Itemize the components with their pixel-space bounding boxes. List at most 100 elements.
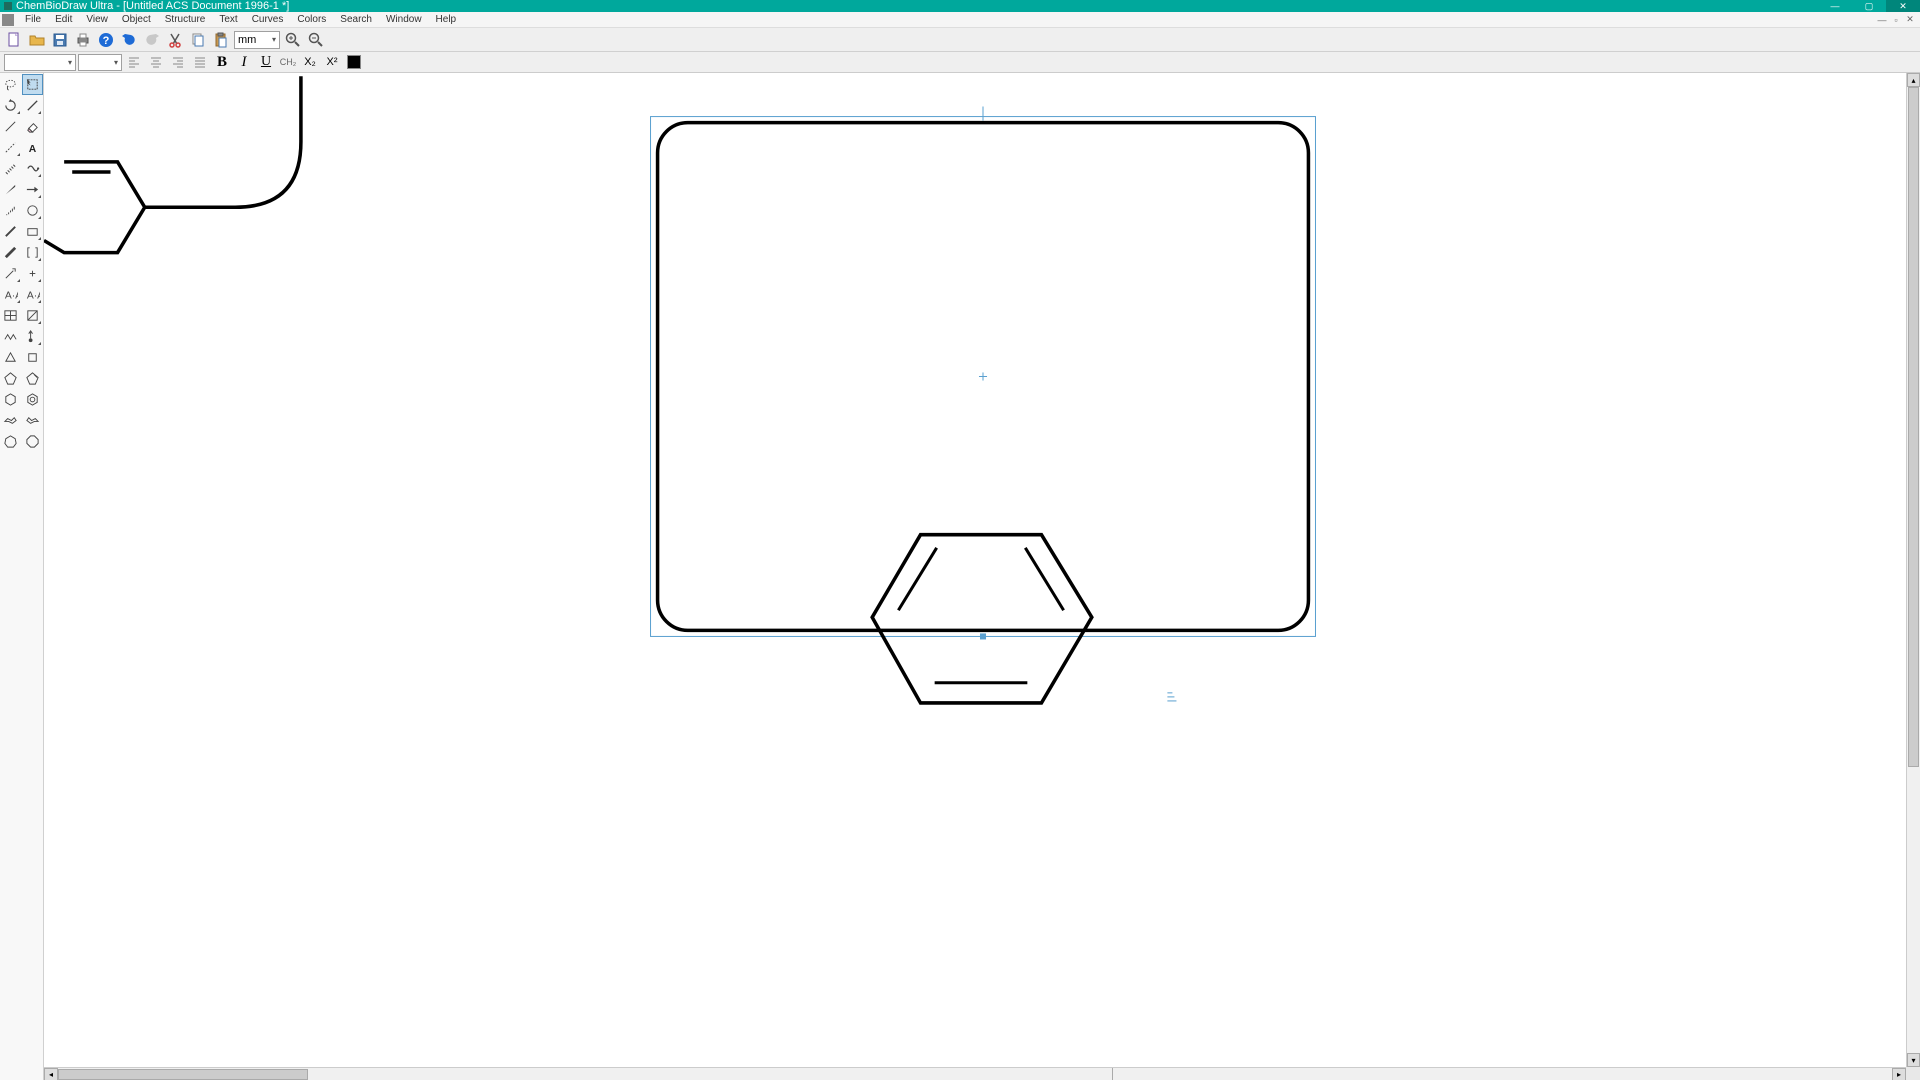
scroll-left-button[interactable]: ◂ xyxy=(44,1068,58,1080)
cut-button[interactable] xyxy=(165,30,185,50)
benzene-tool[interactable] xyxy=(22,389,44,410)
selected-rounded-rect[interactable] xyxy=(651,106,1316,700)
align-justify-button[interactable] xyxy=(190,53,210,71)
mdi-minimize-button[interactable]: — xyxy=(1876,14,1888,26)
hashed-wedge-tool[interactable] xyxy=(0,200,22,221)
pen-tool[interactable] xyxy=(22,158,44,179)
italic-button[interactable]: I xyxy=(234,53,254,71)
scroll-right-button[interactable]: ▸ xyxy=(1892,1068,1906,1080)
zoom-in-button[interactable] xyxy=(283,30,303,50)
menu-text[interactable]: Text xyxy=(212,13,244,26)
acyclic-chain-tool[interactable] xyxy=(0,326,22,347)
arrow-tool[interactable] xyxy=(22,179,44,200)
primitive-tool[interactable] xyxy=(22,221,44,242)
query-tool[interactable]: A·A xyxy=(0,284,22,305)
svg-text:A: A xyxy=(29,144,37,155)
menu-search[interactable]: Search xyxy=(333,13,379,26)
table-tool[interactable] xyxy=(0,305,22,326)
single-bond-tool[interactable] xyxy=(0,116,22,137)
cyclobutane-tool[interactable] xyxy=(22,347,44,368)
font-combo[interactable] xyxy=(4,54,76,71)
vertical-scrollbar[interactable]: ▴ ▾ xyxy=(1906,73,1920,1067)
eraser-tool[interactable] xyxy=(22,116,44,137)
drawing-canvas[interactable]: ▴ ▾ xyxy=(44,73,1920,1080)
cyclopentane-tool[interactable] xyxy=(0,368,22,389)
color-button[interactable] xyxy=(344,53,364,71)
atom-tool[interactable] xyxy=(22,326,44,347)
zoom-out-button[interactable] xyxy=(306,30,326,50)
align-right-button[interactable] xyxy=(168,53,188,71)
bracket-tool[interactable] xyxy=(22,242,44,263)
scroll-corner xyxy=(1906,1067,1920,1080)
horizontal-scrollbar[interactable]: ◂ ▸ xyxy=(44,1067,1906,1080)
text-tool[interactable]: A xyxy=(22,137,44,158)
menu-bar: File Edit View Object Structure Text Cur… xyxy=(0,12,1920,28)
menu-help[interactable]: Help xyxy=(429,13,464,26)
undo-button[interactable] xyxy=(119,30,139,50)
print-button[interactable] xyxy=(73,30,93,50)
benzene-structure[interactable] xyxy=(872,535,1092,703)
solid-bond-tool[interactable] xyxy=(22,95,44,116)
units-combo[interactable]: mm xyxy=(234,31,280,49)
cyclopropane-tool[interactable] xyxy=(0,347,22,368)
cycloheptane-tool[interactable] xyxy=(0,431,22,452)
underline-button[interactable]: U xyxy=(256,53,276,71)
title-bar: ChemBioDraw Ultra - [Untitled ACS Docume… xyxy=(0,0,1920,12)
cyclohexane-tool[interactable] xyxy=(0,389,22,410)
minimize-button[interactable]: — xyxy=(1818,0,1852,12)
menu-object[interactable]: Object xyxy=(115,13,158,26)
structure-fragment-left xyxy=(44,76,301,252)
menu-file[interactable]: File xyxy=(18,13,48,26)
redo-button[interactable] xyxy=(142,30,162,50)
menu-curves[interactable]: Curves xyxy=(245,13,291,26)
size-combo[interactable] xyxy=(78,54,122,71)
scroll-up-button[interactable]: ▴ xyxy=(1907,73,1920,87)
align-center-button[interactable] xyxy=(146,53,166,71)
bold-bond-tool[interactable] xyxy=(0,242,22,263)
mdi-close-button[interactable]: ✕ xyxy=(1904,14,1916,26)
dashed-bond-tool[interactable] xyxy=(0,137,22,158)
close-button[interactable]: ✕ xyxy=(1886,0,1920,12)
window-controls: — ▢ ✕ xyxy=(1818,0,1920,12)
open-button[interactable] xyxy=(27,30,47,50)
template-tool[interactable] xyxy=(22,305,44,326)
dative-bond-tool[interactable] xyxy=(0,263,22,284)
superscript-button[interactable]: X² xyxy=(322,53,342,71)
orbital-tool[interactable] xyxy=(22,200,44,221)
hashed-bond-tool[interactable] xyxy=(0,158,22,179)
align-left-button[interactable] xyxy=(124,53,144,71)
menu-edit[interactable]: Edit xyxy=(48,13,79,26)
menu-window[interactable]: Window xyxy=(379,13,429,26)
cyclooctane-tool[interactable] xyxy=(22,431,44,452)
menu-view[interactable]: View xyxy=(79,13,115,26)
window-title: ChemBioDraw Ultra - [Untitled ACS Docume… xyxy=(16,0,289,12)
cyclopentadiene-tool[interactable] xyxy=(22,368,44,389)
marquee-tool[interactable] xyxy=(22,74,44,95)
maximize-button[interactable]: ▢ xyxy=(1852,0,1886,12)
tlc-tool[interactable]: A·A xyxy=(22,284,44,305)
chair2-tool[interactable] xyxy=(22,410,44,431)
save-button[interactable] xyxy=(50,30,70,50)
subscript-button[interactable]: X₂ xyxy=(300,53,320,71)
bold-button[interactable]: B xyxy=(212,53,232,71)
app-icon xyxy=(4,2,12,10)
mdi-restore-button[interactable]: ▫ xyxy=(1890,14,1902,26)
lasso-tool[interactable] xyxy=(0,74,22,95)
menu-colors[interactable]: Colors xyxy=(290,13,333,26)
copy-button[interactable] xyxy=(188,30,208,50)
vscroll-thumb[interactable] xyxy=(1908,87,1919,767)
menu-structure[interactable]: Structure xyxy=(158,13,213,26)
canvas-svg xyxy=(44,73,1920,1080)
hscroll-thumb[interactable] xyxy=(58,1069,308,1080)
paste-button[interactable] xyxy=(211,30,231,50)
wavy-bond-tool[interactable] xyxy=(0,221,22,242)
help-button[interactable]: ? xyxy=(96,30,116,50)
workspace: A A·A A·A xyxy=(0,73,1920,1080)
wedge-bond-tool[interactable] xyxy=(0,179,22,200)
new-button[interactable] xyxy=(4,30,24,50)
formula-button[interactable]: CH₂ xyxy=(278,53,298,71)
chair1-tool[interactable] xyxy=(0,410,22,431)
chem-symbol-tool[interactable] xyxy=(22,263,44,284)
rotate-tool[interactable] xyxy=(0,95,22,116)
scroll-down-button[interactable]: ▾ xyxy=(1907,1053,1920,1067)
